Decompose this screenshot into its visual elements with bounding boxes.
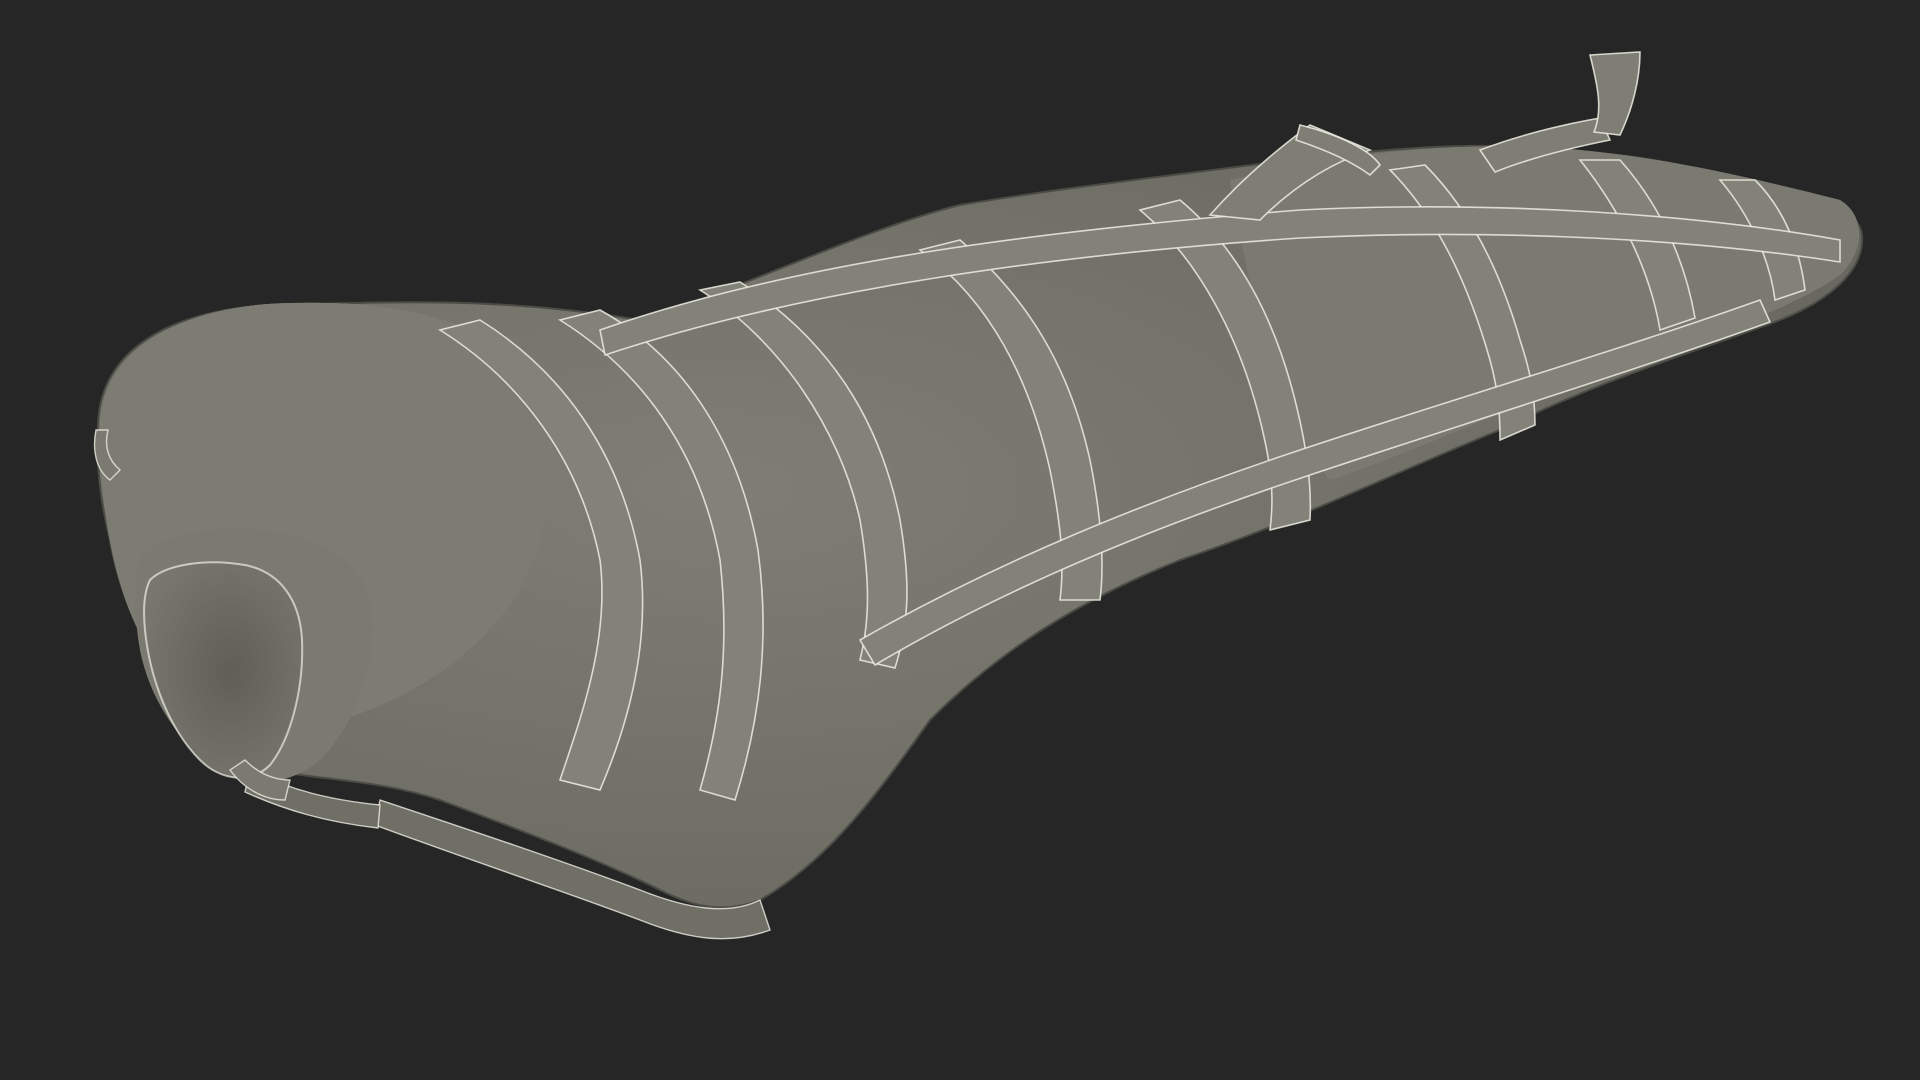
render-viewport[interactable] [0,0,1920,1080]
wireframe-render [93,51,1864,940]
